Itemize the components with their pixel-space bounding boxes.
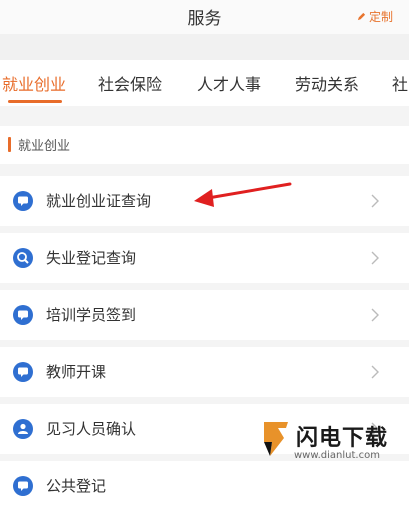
header-spacer [0, 34, 409, 60]
annotation-arrow [194, 182, 292, 207]
message-icon [13, 476, 33, 496]
page-title: 服务 [187, 9, 222, 29]
message-icon [13, 191, 33, 211]
service-label: 教师开课 [46, 363, 107, 381]
section-title: 就业创业 [18, 139, 71, 154]
section-accent-bar [8, 137, 11, 152]
search-badge-icon [13, 248, 33, 268]
chevron-right-icon [371, 251, 379, 265]
edit-icon [357, 12, 366, 21]
watermark-title: 闪电下载 [296, 426, 389, 451]
message-icon [13, 305, 33, 325]
service-row-unemployment-query[interactable]: 失业登记查询 [0, 233, 409, 283]
lightning-logo-icon [264, 422, 288, 456]
tab-labor-relations[interactable]: 劳动关系 [295, 71, 359, 95]
category-tabs: 就业创业 社会保险 人才人事 劳动关系 社 [0, 60, 409, 106]
tab-talent-personnel[interactable]: 人才人事 [197, 71, 261, 95]
message-icon [13, 362, 33, 382]
active-tab-indicator [8, 100, 62, 103]
tab-social-insurance[interactable]: 社会保险 [98, 71, 162, 95]
top-bar: 服务 定制 [0, 0, 409, 34]
service-label: 培训学员签到 [46, 306, 137, 324]
person-icon [13, 419, 33, 439]
section-header: 就业创业 [0, 126, 409, 164]
chevron-right-icon [371, 365, 379, 379]
service-row-trainee-checkin[interactable]: 培训学员签到 [0, 290, 409, 340]
service-label: 就业创业证查询 [46, 192, 152, 210]
service-label: 公共登记 [46, 477, 107, 495]
customize-label: 定制 [368, 10, 393, 24]
service-row-teacher-course[interactable]: 教师开课 [0, 347, 409, 397]
watermark-url: www.dianlut.com [294, 450, 380, 461]
chevron-right-icon [371, 194, 379, 208]
tab-social-partial[interactable]: 社 [392, 71, 408, 95]
tab-employment[interactable]: 就业创业 [2, 71, 66, 95]
service-label: 失业登记查询 [46, 249, 137, 267]
service-label: 见习人员确认 [46, 420, 137, 438]
chevron-right-icon [371, 308, 379, 322]
customize-button[interactable]: 定制 [357, 8, 393, 25]
watermark: 闪电下载 www.dianlut.com [258, 414, 403, 474]
